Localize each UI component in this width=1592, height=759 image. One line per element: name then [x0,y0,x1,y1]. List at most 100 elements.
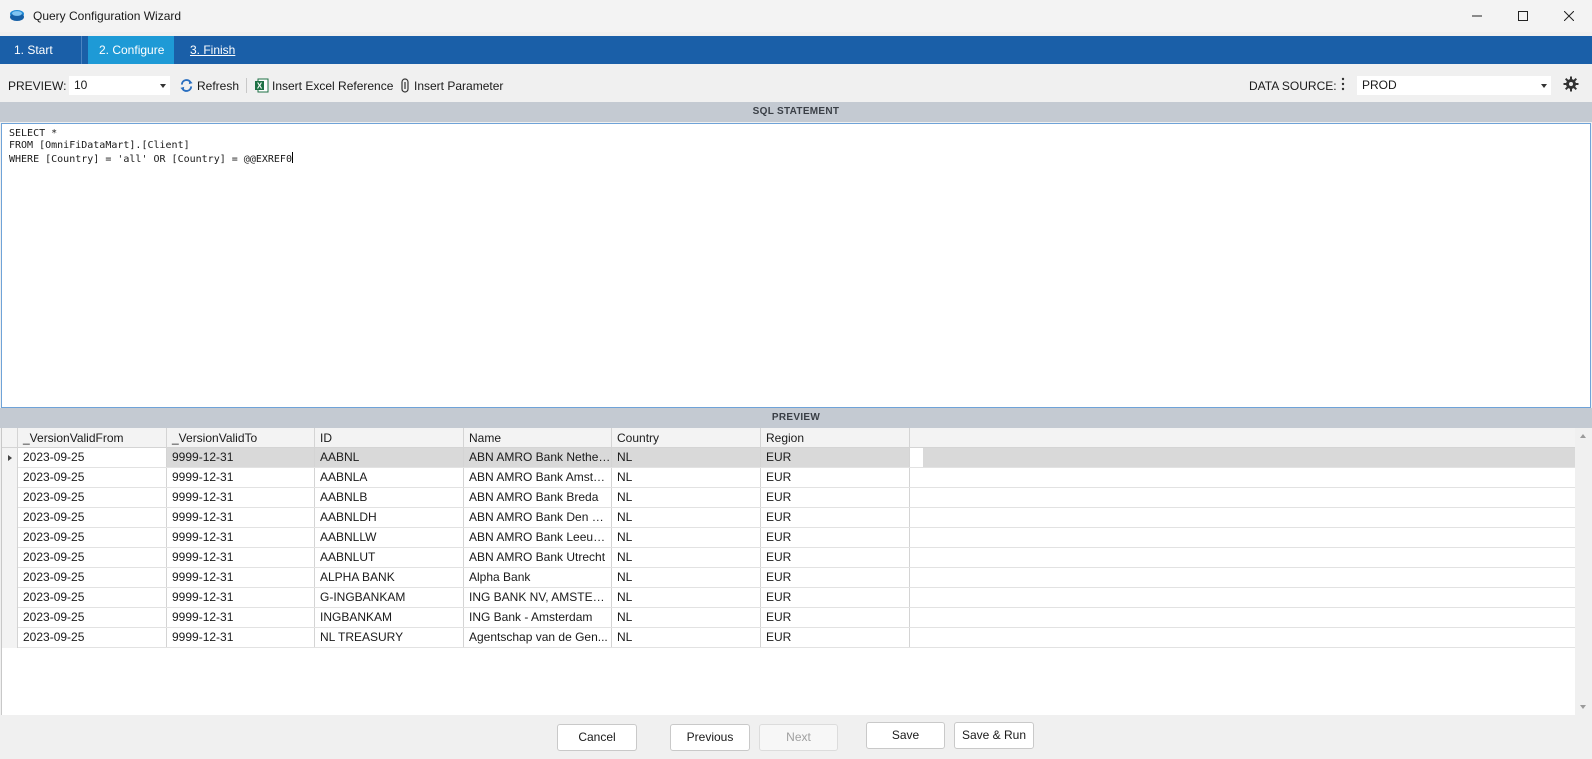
table-cell[interactable]: 2023-09-25 [18,568,167,587]
table-cell[interactable]: ABN AMRO Bank Leeuw... [464,528,612,547]
table-row[interactable]: 2023-09-25 9999-12-31 NL TREASURY Agentscha… [2,628,1576,648]
table-row[interactable]: 2023-09-25 9999-12-31 AABNL ABN AMRO Bank N… [2,448,1576,468]
table-cell[interactable]: ING Bank - Amsterdam [464,608,612,627]
table-cell[interactable]: AABNLA [315,468,464,487]
scroll-up-arrow-icon[interactable] [1580,434,1586,438]
table-cell[interactable]: 9999-12-31 [167,508,315,527]
table-cell[interactable]: EUR [761,568,910,587]
table-cell[interactable]: 2023-09-25 [18,508,167,527]
data-source-select[interactable]: PROD [1357,76,1551,95]
next-button[interactable]: Next [759,724,838,751]
table-cell[interactable]: EUR [761,548,910,567]
table-row[interactable]: 2023-09-25 9999-12-31 AABNLLW ABN AMRO Bank… [2,528,1576,548]
preview-count-select[interactable]: 10 [69,76,170,95]
row-indicator[interactable] [2,548,18,568]
table-cell[interactable]: EUR [761,608,910,627]
step-finish-tab[interactable]: 3. Finish [179,36,249,64]
table-row[interactable]: 2023-09-25 9999-12-31 G-INGBANKAM ING BANK … [2,588,1576,608]
table-row[interactable]: 2023-09-25 9999-12-31 AABNLB ABN AMRO Bank … [2,488,1576,508]
table-cell[interactable]: 2023-09-25 [18,608,167,627]
row-indicator[interactable] [2,448,18,468]
gear-icon[interactable] [1563,76,1579,95]
title-bar[interactable]: Query Configuration Wizard [0,0,1592,32]
table-cell[interactable]: 9999-12-31 [167,588,315,607]
table-cell[interactable]: NL TREASURY [315,628,464,647]
table-cell[interactable]: AABNLUT [315,548,464,567]
refresh-button[interactable]: Refresh [179,76,239,95]
table-cell[interactable]: NL [612,628,761,647]
table-cell[interactable]: NL [612,568,761,587]
table-cell[interactable]: 9999-12-31 [167,488,315,507]
table-cell[interactable]: ING BANK NV, AMSTERD... [464,588,612,607]
row-indicator[interactable] [2,608,18,628]
table-cell[interactable]: NL [612,448,761,467]
table-cell[interactable]: Alpha Bank [464,568,612,587]
row-indicator[interactable] [2,488,18,508]
table-row[interactable]: 2023-09-25 9999-12-31 AABNLDH ABN AMRO Bank… [2,508,1576,528]
row-indicator[interactable] [2,588,18,608]
table-cell[interactable]: NL [612,468,761,487]
table-cell[interactable]: NL [612,608,761,627]
table-row[interactable]: 2023-09-25 9999-12-31 AABNLUT ABN AMRO Bank… [2,548,1576,568]
table-cell[interactable]: 2023-09-25 [18,488,167,507]
step-configure-tab[interactable]: 2. Configure [88,36,174,64]
preview-grid[interactable]: _VersionValidFrom _VersionValidTo ID Nam… [1,428,1591,715]
more-options-icon[interactable] [1341,77,1345,94]
maximize-button[interactable] [1500,0,1546,32]
column-header[interactable]: Country [612,428,761,448]
table-cell[interactable]: AABNLDH [315,508,464,527]
close-button[interactable] [1546,0,1592,32]
table-cell[interactable]: EUR [761,628,910,647]
table-cell[interactable]: ALPHA BANK [315,568,464,587]
table-cell[interactable]: 2023-09-25 [18,628,167,647]
table-cell[interactable]: EUR [761,528,910,547]
save-and-run-button[interactable]: Save & Run [954,722,1034,749]
table-cell[interactable]: 9999-12-31 [167,528,315,547]
previous-button[interactable]: Previous [670,724,750,751]
sql-editor[interactable]: SELECT * FROM [OmniFiDataMart].[Client] WH… [1,123,1591,408]
table-cell[interactable]: AABNL [315,448,464,467]
row-indicator[interactable] [2,568,18,588]
table-cell[interactable]: 9999-12-31 [167,548,315,567]
table-row[interactable]: 2023-09-25 9999-12-31 ALPHA BANK Alpha Bank… [2,568,1576,588]
table-cell[interactable]: EUR [761,508,910,527]
table-cell[interactable]: Agentschap van de Gen... [464,628,612,647]
table-cell[interactable]: EUR [761,468,910,487]
table-cell[interactable]: AABNLB [315,488,464,507]
table-cell[interactable]: NL [612,588,761,607]
table-cell[interactable]: ABN AMRO Bank Amster... [464,468,612,487]
table-cell[interactable]: 9999-12-31 [167,468,315,487]
table-cell[interactable]: G-INGBANKAM [315,588,464,607]
table-cell[interactable]: ABN AMRO Bank Utrecht [464,548,612,567]
table-cell[interactable]: 2023-09-25 [18,528,167,547]
insert-parameter-button[interactable]: Insert Parameter [399,76,503,95]
insert-excel-reference-button[interactable]: X Insert Excel Reference [255,76,393,95]
table-cell[interactable]: 2023-09-25 [18,468,167,487]
step-start-tab[interactable]: 1. Start [3,36,82,64]
column-header[interactable]: ID [315,428,464,448]
table-cell[interactable]: EUR [761,588,910,607]
table-cell[interactable]: NL [612,508,761,527]
table-row[interactable]: 2023-09-25 9999-12-31 AABNLA ABN AMRO Bank … [2,468,1576,488]
table-cell[interactable]: ABN AMRO Bank Den Ha... [464,508,612,527]
table-cell[interactable]: INGBANKAM [315,608,464,627]
table-cell[interactable]: NL [612,488,761,507]
save-button[interactable]: Save [866,722,945,749]
table-cell[interactable]: AABNLLW [315,528,464,547]
row-indicator[interactable] [2,628,18,648]
table-cell[interactable]: ABN AMRO Bank Breda [464,488,612,507]
table-cell[interactable]: EUR [761,488,910,507]
table-cell[interactable]: 9999-12-31 [167,628,315,647]
scroll-down-arrow-icon[interactable] [1580,705,1586,709]
table-cell[interactable]: 2023-09-25 [18,548,167,567]
table-cell[interactable]: NL [612,548,761,567]
table-cell[interactable]: EUR [761,448,910,467]
grid-vertical-scrollbar[interactable] [1575,428,1591,715]
table-cell[interactable]: 9999-12-31 [167,608,315,627]
table-row[interactable]: 2023-09-25 9999-12-31 INGBANKAM ING Bank - … [2,608,1576,628]
column-header[interactable]: Region [761,428,910,448]
table-cell[interactable]: 9999-12-31 [167,448,315,467]
row-indicator[interactable] [2,468,18,488]
cancel-button[interactable]: Cancel [557,724,637,751]
table-cell[interactable]: NL [612,528,761,547]
